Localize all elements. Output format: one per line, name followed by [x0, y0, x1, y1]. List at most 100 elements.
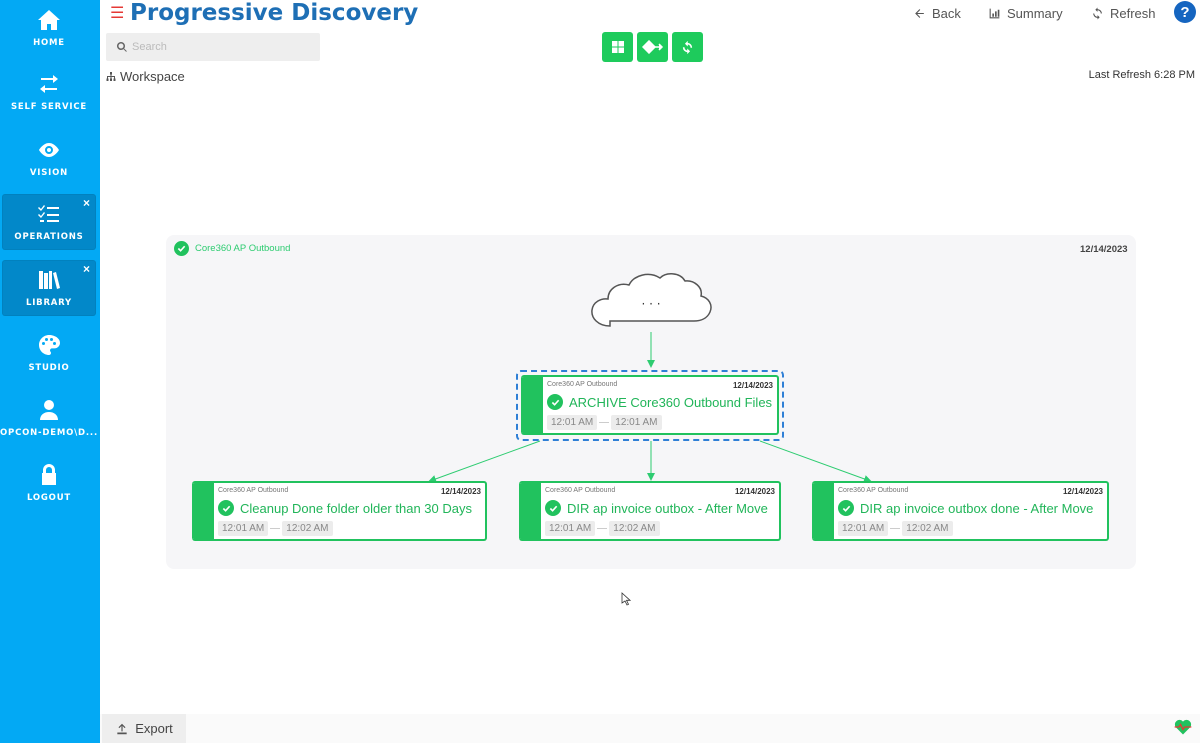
sidebar-item-label: OPCON-DEMO\D... [0, 428, 98, 438]
hamburger-menu-icon[interactable]: ☰ [110, 6, 124, 22]
job-status-stripe [812, 483, 834, 539]
breadcrumb[interactable]: Workspace [105, 69, 185, 84]
time-separator [597, 528, 608, 529]
close-icon[interactable]: × [83, 196, 90, 210]
flow-view-button[interactable] [637, 32, 668, 62]
upload-icon [117, 723, 127, 734]
check-circle-icon [218, 500, 234, 516]
sidebar-item-user[interactable]: OPCON-DEMO\D... [0, 390, 98, 446]
checklist-icon [38, 205, 59, 222]
user-icon [40, 400, 58, 420]
arrow-left-icon [915, 8, 924, 18]
help-icon[interactable]: ? [1174, 1, 1196, 23]
back-label: Back [932, 5, 961, 21]
home-icon [38, 10, 60, 30]
sidebar-item-label: SELF SERVICE [11, 102, 87, 112]
summary-label: Summary [1007, 5, 1063, 21]
page-title: Progressive Discovery [130, 0, 419, 26]
schedule-group-name: Core360 AP Outbound [195, 243, 291, 254]
job-times: 12:01 AM 12:01 AM [547, 415, 662, 430]
sitemap-icon [106, 71, 116, 81]
search-box [106, 33, 320, 61]
check-circle-icon [545, 500, 561, 516]
time-separator [599, 422, 610, 423]
bottom-bar [100, 714, 1200, 743]
health-heart-icon[interactable] [1173, 717, 1193, 737]
sidebar: HOME SELF SERVICE VISION × OPERATIONS × … [0, 0, 100, 743]
refresh-icon [1093, 7, 1102, 19]
time-separator [890, 528, 901, 529]
job-name: Cleanup Done folder older than 30 Days [218, 500, 472, 516]
check-circle-icon [547, 394, 563, 410]
job-schedule-name: Core360 AP Outbound [547, 381, 618, 388]
job-schedule-name: Core360 AP Outbound [838, 487, 909, 494]
job-node-cleanup[interactable]: Core360 AP Outbound 12/14/2023 Cleanup D… [192, 481, 487, 541]
sidebar-item-label: HOME [33, 38, 65, 48]
sidebar-item-self-service[interactable]: SELF SERVICE [2, 64, 96, 120]
job-status-stripe [519, 483, 541, 539]
job-start-time: 12:01 AM [545, 521, 596, 536]
time-separator [270, 528, 281, 529]
job-end-time: 12:02 AM [609, 521, 660, 536]
sidebar-item-studio[interactable]: STUDIO [2, 325, 96, 381]
search-input[interactable] [132, 41, 312, 53]
grid-icon [611, 41, 624, 53]
job-name-label: ARCHIVE Core360 Outbound Files [569, 394, 773, 410]
close-icon[interactable]: × [83, 262, 90, 276]
job-date: 12/14/2023 [1062, 487, 1103, 496]
job-node-dir-outbox-done[interactable]: Core360 AP Outbound 12/14/2023 DIR ap in… [812, 481, 1109, 541]
job-node-dir-outbox[interactable]: Core360 AP Outbound 12/14/2023 DIR ap in… [519, 481, 781, 541]
bar-chart-icon [989, 8, 1000, 18]
eye-icon [39, 143, 59, 157]
job-end-time: 12:02 AM [282, 521, 333, 536]
export-button[interactable]: Export [102, 714, 186, 743]
sidebar-item-home[interactable]: HOME [2, 0, 96, 56]
sidebar-item-library[interactable]: × LIBRARY [2, 260, 96, 316]
job-start-time: 12:01 AM [218, 521, 269, 536]
grid-view-button[interactable] [602, 32, 633, 62]
job-schedule-name: Core360 AP Outbound [545, 487, 616, 494]
palette-icon [39, 335, 60, 355]
cloud-label: · · · [641, 297, 660, 311]
job-date: 12/14/2023 [732, 381, 773, 390]
check-circle-icon [174, 241, 189, 256]
job-node-archive[interactable]: Core360 AP Outbound 12/14/2023 ARCHIVE C… [521, 375, 779, 435]
refresh-button[interactable]: Refresh [1091, 5, 1156, 21]
job-name: DIR ap invoice outbox done - After Move [838, 500, 1093, 516]
job-name-label: DIR ap invoice outbox - After Move [567, 500, 768, 516]
cloud-predecessor-node[interactable]: · · · [588, 268, 714, 334]
schedule-group-date: 12/14/2023 [1080, 244, 1128, 255]
sidebar-item-label: LIBRARY [25, 298, 73, 308]
summary-button[interactable]: Summary [988, 5, 1063, 21]
check-circle-icon [838, 500, 854, 516]
back-button[interactable]: Back [913, 5, 961, 21]
job-start-time: 12:01 AM [838, 521, 889, 536]
lock-icon [42, 464, 56, 485]
mouse-cursor-icon [621, 592, 631, 606]
reload-diagram-button[interactable] [672, 32, 703, 62]
schedule-group-title[interactable]: Core360 AP Outbound [174, 241, 290, 256]
job-name-label: DIR ap invoice outbox done - After Move [860, 500, 1094, 516]
sidebar-item-logout[interactable]: LOGOUT [2, 455, 96, 511]
job-date: 12/14/2023 [734, 487, 775, 496]
job-status-stripe [521, 377, 543, 433]
last-refresh-text: Last Refresh 6:28 PM [1088, 69, 1195, 81]
sidebar-item-label: LOGOUT [26, 493, 72, 503]
job-name: ARCHIVE Core360 Outbound Files [547, 394, 772, 410]
breadcrumb-workspace: Workspace [120, 69, 185, 84]
sidebar-item-operations[interactable]: × OPERATIONS [2, 194, 96, 250]
sidebar-item-label: OPERATIONS [14, 232, 84, 242]
job-end-time: 12:01 AM [611, 415, 662, 430]
job-end-time: 12:02 AM [902, 521, 953, 536]
books-icon [39, 271, 60, 289]
export-label: Export [135, 721, 173, 736]
refresh-label: Refresh [1110, 5, 1156, 21]
sidebar-item-vision[interactable]: VISION [2, 130, 96, 186]
job-start-time: 12:01 AM [547, 415, 598, 430]
flow-diamond-icon [641, 40, 663, 54]
swap-arrows-icon [40, 75, 58, 93]
search-icon [116, 41, 127, 52]
sidebar-item-label: STUDIO [28, 363, 70, 373]
job-times: 12:01 AM 12:02 AM [838, 521, 953, 536]
job-date: 12/14/2023 [440, 487, 481, 496]
